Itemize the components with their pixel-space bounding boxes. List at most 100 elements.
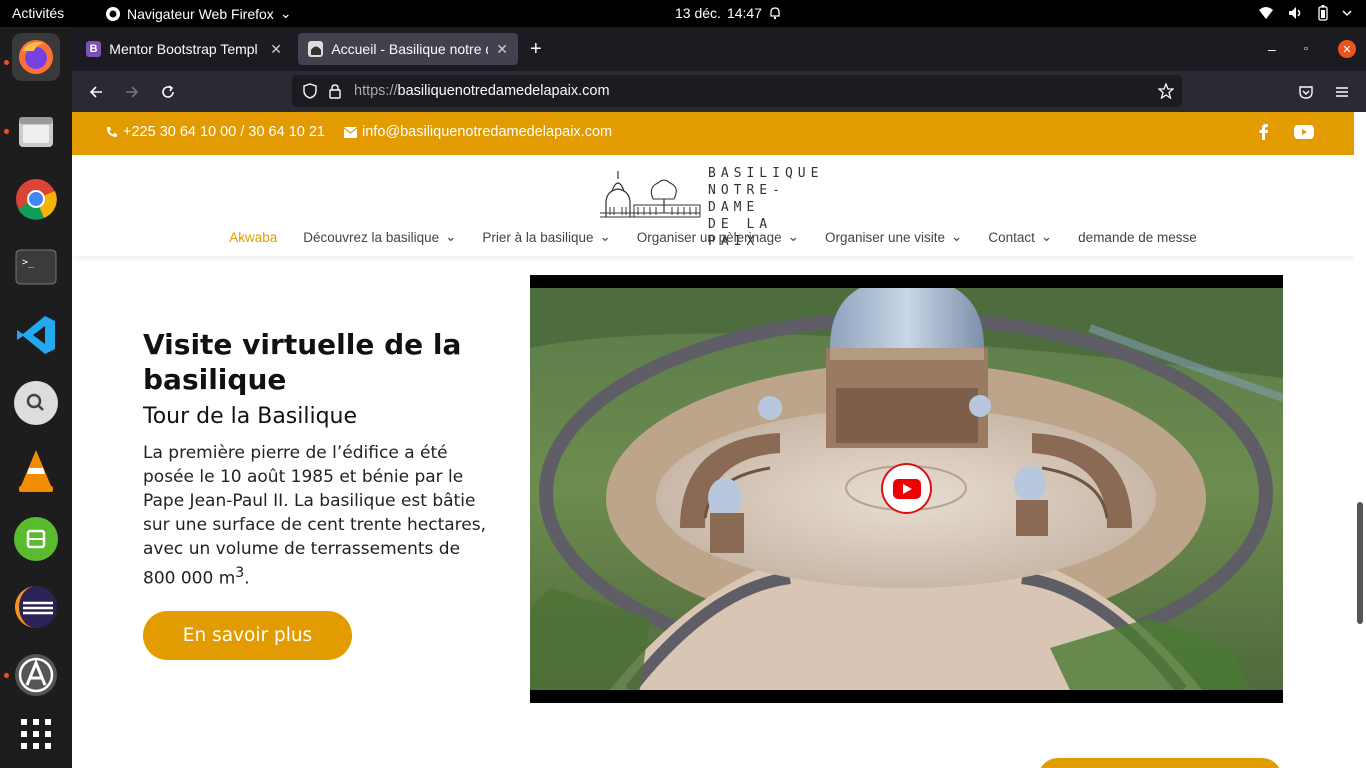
hero-text-end: . [244, 568, 250, 589]
envelope-icon [344, 126, 357, 138]
reload-icon [162, 85, 174, 98]
url-bar[interactable]: https://basiliquenotredamedelapaix.com [292, 75, 1182, 107]
hamburger-menu-icon [1336, 87, 1348, 97]
dock-updater[interactable] [12, 651, 60, 699]
forward-button[interactable] [120, 80, 144, 104]
running-indicator [4, 129, 9, 134]
activities-button[interactable]: Activités [12, 5, 64, 21]
hero-subtitle: Tour de la Basilique [143, 404, 358, 429]
main-menu: Akwaba Découvrez la basilique ⌄ Prier à l… [72, 229, 1354, 245]
menu-item-label: demande de messe [1078, 229, 1197, 245]
web-page: +225 30 64 10 00 / 30 64 10 21 info@basi… [72, 112, 1354, 768]
close-tab-icon[interactable]: ✕ [270, 41, 282, 58]
dock-terminal[interactable]: >_ [12, 243, 60, 291]
system-tray[interactable] [1258, 5, 1352, 21]
arrow-right-icon [126, 86, 139, 98]
dock-vlc[interactable] [12, 447, 60, 495]
scrollbar-thumb[interactable] [1357, 502, 1363, 624]
hero-text-body: La première pierre de l’édifice a été po… [143, 443, 487, 589]
chevron-down-icon: ⌄ [951, 229, 963, 244]
hero-paragraph: La première pierre de l’édifice a été po… [143, 441, 493, 591]
back-button[interactable] [84, 80, 108, 104]
menu-item-label: Organiser une visite [824, 229, 946, 245]
url-text[interactable]: https://basiliquenotredamedelapaix.com [354, 83, 610, 99]
dock-vscode[interactable] [12, 311, 60, 359]
url-host: basiliquenotredamedelapaix.com [397, 83, 610, 99]
menu-item-akwaba[interactable]: Akwaba [216, 229, 290, 245]
maximize-button[interactable]: ▫ [1304, 33, 1324, 65]
lock-icon[interactable] [328, 83, 342, 99]
vscode-icon [17, 316, 55, 354]
dock-files[interactable] [12, 107, 60, 155]
dock-show-apps[interactable] [12, 710, 60, 758]
phone-info[interactable]: +225 30 64 10 00 / 30 64 10 21 [106, 124, 325, 140]
menu-item-prier[interactable]: Prier à la basilique ⌄ [469, 229, 623, 245]
email-info[interactable]: info@basiliquenotredamedelapaix.com [344, 124, 612, 140]
menu-item-demande-messe[interactable]: demande de messe [1065, 229, 1210, 245]
minimize-icon: – [1268, 41, 1276, 57]
pocket-button[interactable] [1294, 80, 1318, 104]
contact-bar: +225 30 64 10 00 / 30 64 10 21 info@basi… [72, 112, 1354, 155]
dock-chrome[interactable] [12, 175, 60, 223]
pocket-icon [1299, 86, 1313, 99]
site-logo[interactable]: BASILIQUE NOTRE-DAME DE LA PAIX [598, 163, 828, 249]
bookmark-star-icon[interactable] [1158, 83, 1174, 99]
youtube-icon[interactable] [1294, 125, 1314, 139]
dock: >_ [0, 27, 72, 768]
chevron-down-icon: ⌄ [599, 229, 611, 244]
tab-accueil[interactable]: Accueil - Basilique notre d ✕ [298, 33, 518, 65]
clock[interactable]: 13 déc. 14:47 [675, 5, 782, 21]
tab-title: Mentor Bootstrap Templ [109, 41, 258, 57]
app-menu[interactable]: Navigateur Web Firefox ⌄ [105, 5, 292, 22]
arrow-left-icon [89, 86, 102, 98]
volume-icon [1289, 7, 1301, 19]
terminal-icon: >_ [15, 249, 57, 285]
dock-software[interactable] [12, 515, 60, 563]
site-header: BASILIQUE NOTRE-DAME DE LA PAIX Akwaba D… [72, 155, 1354, 256]
menu-item-pelerinage[interactable]: Organiser un pèlerinage ⌄ [624, 229, 812, 245]
shield-icon[interactable] [302, 83, 318, 99]
page-scrollbar[interactable] [1354, 112, 1366, 768]
menu-item-contact[interactable]: Contact ⌄ [975, 229, 1065, 245]
tab-mentor[interactable]: B Mentor Bootstrap Templ ✕ [76, 33, 292, 65]
app-name: Navigateur Web Firefox [127, 5, 274, 22]
bootstrap-favicon-icon: B [86, 41, 102, 57]
time: 14:47 [726, 5, 762, 21]
chevron-down-icon: ⌄ [787, 229, 799, 244]
firefox-icon [19, 40, 53, 74]
close-tab-icon[interactable]: ✕ [496, 41, 508, 58]
superscript: 3 [235, 565, 245, 581]
video-play-button[interactable] [883, 465, 930, 512]
dock-eclipse[interactable] [12, 583, 60, 631]
facebook-icon[interactable] [1259, 124, 1268, 140]
running-indicator [4, 60, 9, 65]
running-indicator [4, 673, 9, 678]
video-embed[interactable] [530, 275, 1283, 703]
new-tab-button[interactable]: + [530, 33, 556, 65]
learn-more-button[interactable]: En savoir plus [143, 611, 352, 660]
close-window-button[interactable]: ✕ [1338, 40, 1356, 58]
reload-button[interactable] [156, 80, 180, 104]
search-icon [14, 381, 58, 425]
system-top-bar: Activités Navigateur Web Firefox ⌄ 13 dé… [0, 0, 1366, 27]
next-section-button[interactable] [1038, 758, 1282, 768]
close-icon: ✕ [1342, 43, 1352, 56]
eclipse-icon [15, 586, 57, 628]
svg-text:>_: >_ [22, 257, 35, 268]
menu-item-visite[interactable]: Organiser une visite ⌄ [812, 229, 975, 245]
chevron-down-icon: ⌄ [279, 5, 292, 21]
social-links [1259, 124, 1314, 140]
app-menu-button[interactable] [1330, 80, 1354, 104]
dock-firefox[interactable] [12, 33, 60, 81]
battery-icon [1318, 5, 1328, 21]
dock-search[interactable] [12, 379, 60, 427]
chevron-down-icon: ⌄ [445, 229, 457, 244]
phone-number: +225 30 64 10 00 / 30 64 10 21 [123, 124, 325, 140]
menu-item-label: Organiser un pèlerinage [636, 229, 782, 245]
date: 13 déc. [675, 5, 721, 21]
email-address: info@basiliquenotredamedelapaix.com [362, 124, 613, 140]
chrome-icon [16, 179, 57, 220]
menu-item-decouvrez[interactable]: Découvrez la basilique ⌄ [290, 229, 469, 245]
menu-item-label: Akwaba [229, 229, 278, 245]
minimize-button[interactable]: – [1268, 33, 1288, 65]
